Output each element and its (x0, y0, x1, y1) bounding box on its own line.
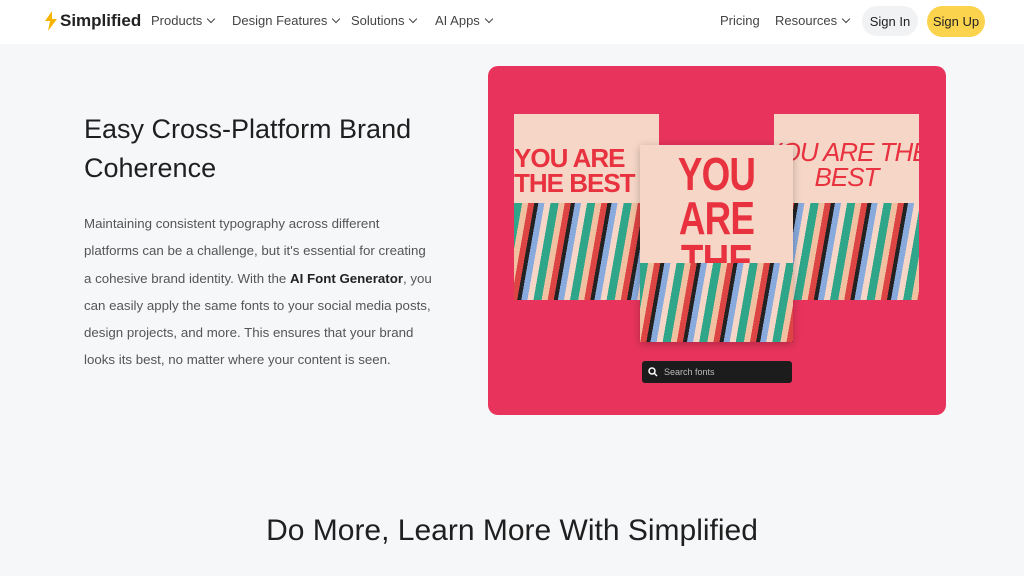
ai-font-generator-link[interactable]: AI Font Generator (290, 271, 403, 286)
chevron-down-icon (841, 14, 851, 24)
section-body: Maintaining consistent typography across… (84, 216, 432, 368)
nav-resources[interactable]: Resources (775, 13, 851, 28)
poster-left: YOU ARE THE BEST (514, 114, 659, 300)
chevron-down-icon (484, 14, 494, 24)
learn-more-heading: Do More, Learn More With Simplified (266, 514, 758, 547)
top-nav: Simplified Products Design Features Solu… (0, 0, 1024, 44)
nav-products[interactable]: Products (151, 13, 216, 28)
sign-in-button[interactable]: Sign In (862, 6, 918, 36)
search-fonts-input[interactable]: Search fonts (642, 361, 792, 383)
poster-right: YOU ARE THE BEST (774, 114, 919, 300)
nav-design-features[interactable]: Design Features (232, 13, 341, 28)
section-title: Easy Cross-Platform Brand Coherence (84, 114, 412, 183)
nav-solutions[interactable]: Solutions (351, 13, 418, 28)
nav-ai-apps[interactable]: AI Apps (435, 13, 494, 28)
chevron-down-icon (332, 14, 341, 24)
poster-center: YOU ARE THE BEST (640, 145, 793, 342)
search-icon (648, 367, 658, 377)
logo-bolt-icon (45, 11, 57, 31)
brand-name: Simplified (60, 11, 142, 30)
nav-pricing[interactable]: Pricing (720, 13, 760, 28)
chevron-down-icon (409, 14, 418, 24)
chevron-down-icon (207, 14, 216, 24)
brand-logo[interactable]: Simplified (44, 11, 141, 31)
sign-up-button[interactable]: Sign Up (927, 6, 985, 37)
